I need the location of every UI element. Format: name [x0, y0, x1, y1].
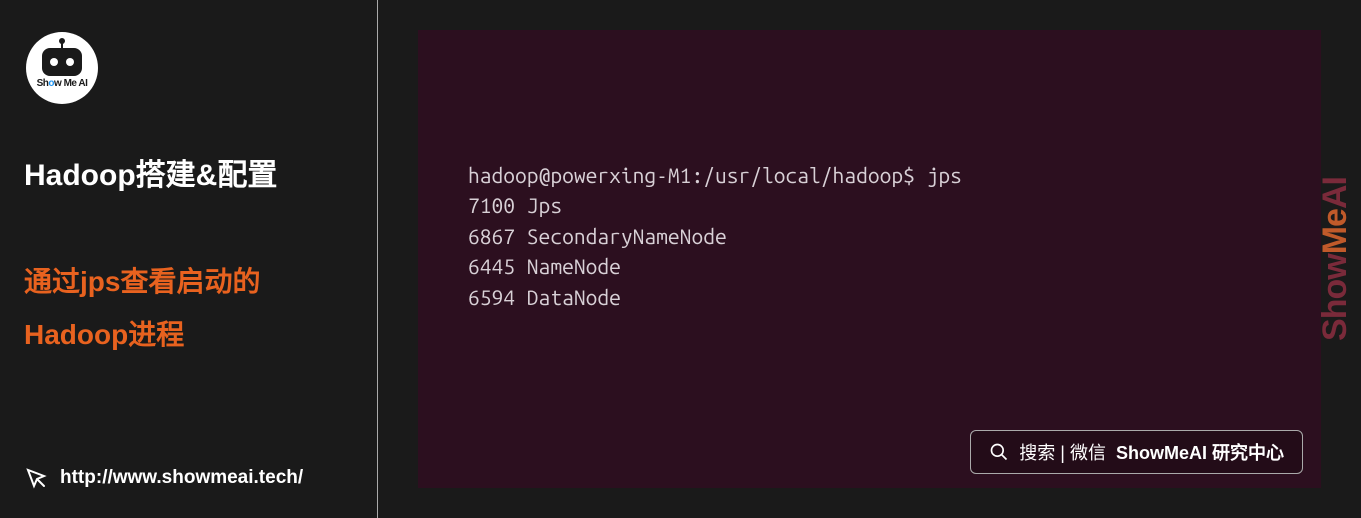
cursor-icon — [24, 466, 48, 490]
page-subtitle: 通过jps查看启动的 Hadoop进程 — [24, 255, 353, 361]
robot-icon — [42, 48, 82, 76]
sidebar: Show Me AI Hadoop搭建&配置 通过jps查看启动的 Hadoop… — [0, 0, 378, 518]
page-title: Hadoop搭建&配置 — [24, 156, 353, 195]
search-callout: 搜索 | 微信 ShowMeAI 研究中心 — [970, 430, 1303, 474]
logo-text: Show Me AI — [37, 78, 88, 89]
logo-circle: Show Me AI — [26, 32, 98, 104]
search-prefix: 搜索 | 微信 — [1019, 439, 1106, 465]
watermark-text: ShowMeAI — [1316, 177, 1355, 341]
search-name: ShowMeAI 研究中心 — [1116, 439, 1284, 465]
terminal-line-command: hadoop@powerxing-M1:/usr/local/hadoop$ j… — [468, 160, 1271, 190]
logo: Show Me AI — [24, 30, 100, 106]
subtitle-line-1: 通过jps查看启动的 — [24, 255, 353, 308]
subtitle-line-2: Hadoop进程 — [24, 308, 353, 361]
terminal-output-line: 7100 Jps — [468, 190, 1271, 220]
terminal-prompt: hadoop@powerxing-M1:/usr/local/hadoop$ — [468, 163, 915, 187]
website-url: http://www.showmeai.tech/ — [60, 467, 303, 489]
terminal-output-line: 6594 DataNode — [468, 282, 1271, 312]
search-icon — [989, 442, 1009, 462]
website-link[interactable]: http://www.showmeai.tech/ — [24, 466, 303, 490]
terminal-command: jps — [927, 163, 962, 187]
terminal-output-line: 6867 SecondaryNameNode — [468, 221, 1271, 251]
terminal-window: hadoop@powerxing-M1:/usr/local/hadoop$ j… — [418, 30, 1321, 488]
terminal-output-line: 6445 NameNode — [468, 251, 1271, 281]
content-area: hadoop@powerxing-M1:/usr/local/hadoop$ j… — [378, 0, 1361, 518]
